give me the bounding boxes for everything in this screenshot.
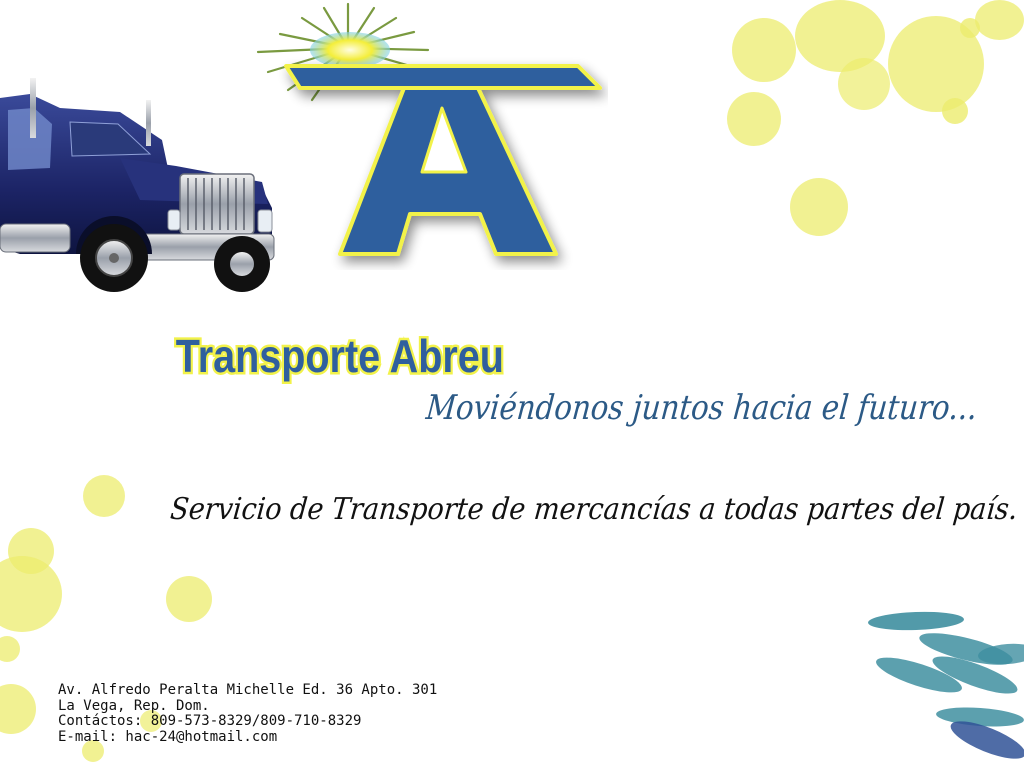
decor-dot <box>732 18 796 82</box>
decor-dot <box>0 556 62 632</box>
decor-dot <box>838 58 890 110</box>
decor-dot <box>942 98 968 124</box>
decor-swoosh <box>867 610 965 632</box>
service-description: Servicio de Transporte de mercancías a t… <box>168 492 1020 527</box>
decor-dot <box>0 684 36 734</box>
company-slogan: Moviéndonos juntos hacia el futuro... <box>424 388 979 428</box>
contact-info: Av. Alfredo Peralta Michelle Ed. 36 Apto… <box>58 682 438 745</box>
decor-dot <box>83 475 125 517</box>
contact-address: Av. Alfredo Peralta Michelle Ed. 36 Apto… <box>58 682 438 698</box>
decor-dot <box>960 18 980 38</box>
contact-phones: Contáctos: 809-573-8329/809-710-8329 <box>58 713 362 729</box>
decor-dot <box>975 0 1024 40</box>
decor-dot <box>166 576 212 622</box>
decor-dot <box>0 636 20 662</box>
truck-icon <box>0 78 275 292</box>
company-name-svg: Transporte Abreu <box>173 329 506 385</box>
contact-email: E-mail: hac-24@hotmail.com <box>58 728 278 745</box>
contact-city: La Vega, Rep. Dom. <box>58 697 210 714</box>
decor-dot <box>727 92 781 146</box>
company-name-text: Transporte Abreu <box>176 331 504 382</box>
company-logo <box>256 2 602 256</box>
decor-dot <box>790 178 848 236</box>
